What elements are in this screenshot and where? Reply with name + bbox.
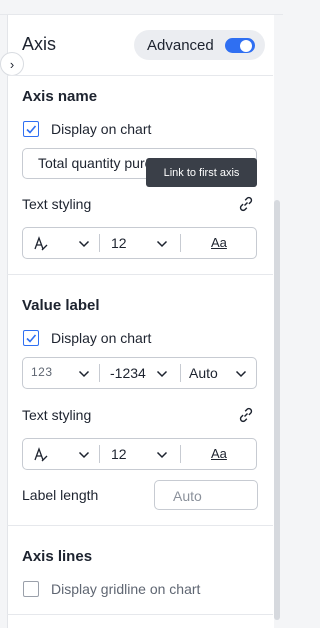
section-divider bbox=[7, 614, 273, 615]
divider bbox=[99, 445, 100, 463]
axis-name-display-checkbox[interactable] bbox=[23, 121, 39, 137]
section-divider bbox=[7, 525, 273, 526]
divider bbox=[99, 234, 100, 252]
chevron-down-icon[interactable] bbox=[78, 450, 90, 460]
axis-settings-panel: › bbox=[0, 15, 274, 628]
font-style-icon[interactable]: Aa bbox=[211, 446, 227, 461]
top-strip bbox=[0, 0, 283, 15]
number-format-value[interactable]: -1234 bbox=[110, 365, 146, 381]
collapse-panel-button[interactable]: › bbox=[0, 52, 24, 76]
axis-name-text-style-bar: 12 Aa bbox=[22, 227, 257, 259]
axis-name-text-styling-label: Text styling bbox=[22, 196, 92, 212]
font-size-value[interactable]: 12 bbox=[111, 235, 127, 251]
value-label-display-label: Display on chart bbox=[51, 330, 152, 346]
chevron-down-icon[interactable] bbox=[78, 369, 90, 379]
chevron-down-icon[interactable] bbox=[156, 450, 168, 460]
value-label-text-style-bar: 12 Aa bbox=[22, 438, 257, 470]
panel-title: Axis bbox=[22, 34, 57, 54]
value-label-display-checkbox[interactable] bbox=[23, 330, 39, 346]
advanced-switch[interactable] bbox=[225, 38, 255, 53]
value-label-heading: Value label bbox=[22, 297, 100, 314]
checkmark-icon bbox=[26, 334, 37, 343]
advanced-label: Advanced bbox=[147, 36, 214, 54]
value-format-bar: 123 -1234 Auto bbox=[22, 357, 257, 389]
header-divider bbox=[7, 75, 273, 76]
axis-name-heading: Axis name bbox=[22, 88, 98, 105]
section-divider bbox=[7, 274, 273, 275]
font-size-value[interactable]: 12 bbox=[111, 446, 127, 462]
label-length-input[interactable] bbox=[154, 480, 258, 510]
units-value[interactable]: Auto bbox=[189, 365, 218, 381]
scrollbar[interactable] bbox=[274, 200, 280, 620]
text-color-icon[interactable] bbox=[32, 235, 50, 253]
gridline-checkbox[interactable] bbox=[23, 581, 39, 597]
value-label-text-styling-label: Text styling bbox=[22, 407, 92, 423]
chevron-down-icon[interactable] bbox=[235, 369, 247, 379]
advanced-toggle[interactable]: Advanced bbox=[134, 30, 265, 60]
divider bbox=[180, 234, 181, 252]
label-length-field[interactable] bbox=[171, 487, 255, 505]
divider bbox=[99, 364, 100, 382]
label-length-label: Label length bbox=[22, 487, 99, 503]
divider bbox=[180, 364, 181, 382]
axis-lines-heading: Axis lines bbox=[22, 548, 93, 565]
link-tooltip: Link to first axis bbox=[146, 158, 257, 187]
text-color-icon[interactable] bbox=[32, 446, 50, 464]
chevron-down-icon[interactable] bbox=[156, 369, 168, 379]
chevron-down-icon[interactable] bbox=[78, 239, 90, 249]
gridline-label: Display gridline on chart bbox=[51, 581, 201, 597]
number-format-icon[interactable]: 123 bbox=[31, 365, 53, 379]
link-icon[interactable] bbox=[237, 195, 255, 213]
axis-name-display-label: Display on chart bbox=[51, 121, 152, 137]
divider bbox=[180, 445, 181, 463]
switch-knob bbox=[240, 39, 252, 52]
chevron-right-icon: › bbox=[9, 56, 15, 72]
font-style-icon[interactable]: Aa bbox=[211, 235, 227, 250]
chevron-down-icon[interactable] bbox=[156, 239, 168, 249]
checkmark-icon bbox=[26, 125, 37, 134]
link-icon[interactable] bbox=[237, 406, 255, 424]
